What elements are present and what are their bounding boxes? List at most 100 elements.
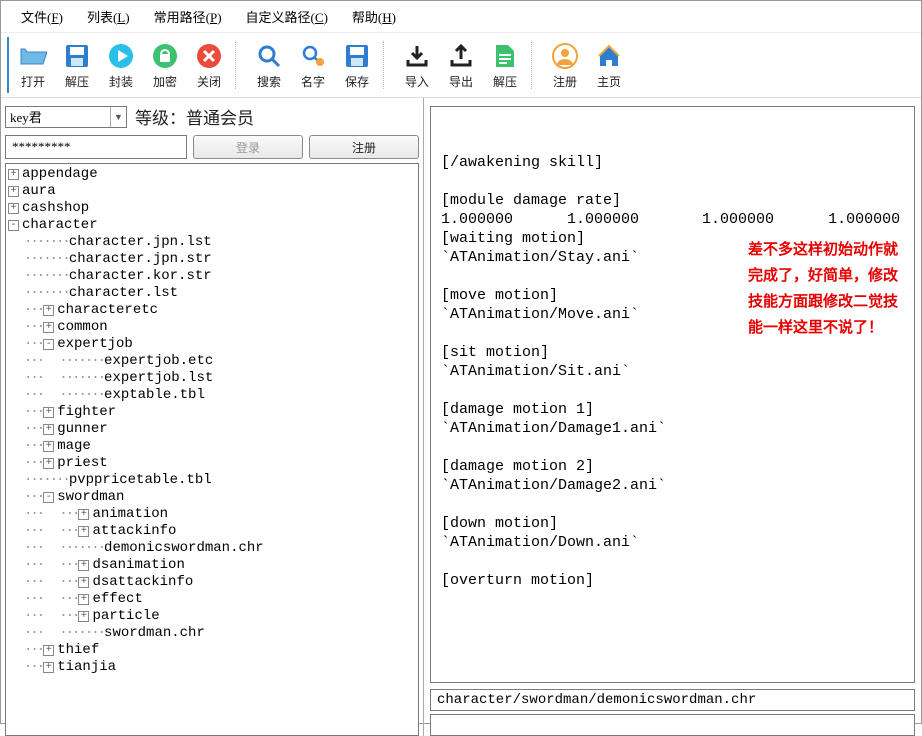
tree-node[interactable]: ··········expertjob.etc: [8, 353, 416, 370]
floppy-icon: [342, 41, 372, 71]
tree-expander-icon[interactable]: +: [8, 169, 19, 180]
tree-node[interactable]: +aura: [8, 183, 416, 200]
tree-node[interactable]: ···-swordman: [8, 489, 416, 506]
tree-node[interactable]: ···+gunner: [8, 421, 416, 438]
password-input[interactable]: [5, 135, 187, 159]
tree-node[interactable]: ······+effect: [8, 591, 416, 608]
tree-node[interactable]: ···+priest: [8, 455, 416, 472]
tb-save[interactable]: 保存: [335, 37, 377, 93]
tb-encrypt[interactable]: 加密: [143, 37, 185, 93]
tree-label: character: [22, 217, 98, 233]
tb-unpack[interactable]: 解压: [55, 37, 97, 93]
tree-label: tianjia: [57, 659, 116, 675]
tb-import[interactable]: 导入: [395, 37, 437, 93]
floppy-save-icon: [62, 41, 92, 71]
tree-node[interactable]: ·······character.kor.str: [8, 268, 416, 285]
tb-export[interactable]: 导出: [439, 37, 481, 93]
tree-label: cashshop: [22, 200, 89, 216]
file-tree: +appendage+aura+cashshop-character······…: [6, 164, 418, 678]
tree-expander-icon[interactable]: +: [43, 441, 54, 452]
tree-node[interactable]: ···+thief: [8, 642, 416, 659]
tb-close[interactable]: 关闭: [187, 37, 229, 93]
tree-label: fighter: [57, 404, 116, 420]
tree-label: particle: [92, 608, 159, 624]
chevron-down-icon[interactable]: ▼: [110, 107, 126, 127]
tree-expander-icon[interactable]: -: [8, 220, 19, 231]
play-circle-icon: [106, 41, 136, 71]
tree-node[interactable]: ···+mage: [8, 438, 416, 455]
tb-name[interactable]: 名字: [291, 37, 333, 93]
tree-label: swordman.chr: [104, 625, 205, 641]
tree-label: dsattackinfo: [92, 574, 193, 590]
tree-expander-icon[interactable]: +: [43, 305, 54, 316]
tree-node[interactable]: ···+fighter: [8, 404, 416, 421]
level-label: 等级：普通会员: [135, 104, 254, 129]
tree-expander-icon[interactable]: +: [43, 645, 54, 656]
tree-node[interactable]: ···+common: [8, 319, 416, 336]
tree-node[interactable]: ···+characteretc: [8, 302, 416, 319]
menu-list[interactable]: 列表(L): [75, 4, 142, 29]
tree-expander-icon[interactable]: +: [43, 407, 54, 418]
text-editor[interactable]: [/awakening skill] [module damage rate] …: [430, 106, 915, 683]
tree-node[interactable]: ··········demonicswordman.chr: [8, 540, 416, 557]
menu-common-path[interactable]: 常用路径(P): [142, 4, 234, 29]
tree-expander-icon[interactable]: +: [43, 322, 54, 333]
editor-content: [/awakening skill] [module damage rate] …: [441, 153, 904, 590]
tree-expander-icon[interactable]: +: [78, 594, 89, 605]
tree-expander-icon[interactable]: -: [43, 339, 54, 350]
lock-circle-icon: [150, 41, 180, 71]
tb-home[interactable]: 主页: [587, 37, 629, 93]
tree-node[interactable]: ·······character.jpn.str: [8, 251, 416, 268]
tree-expander-icon[interactable]: +: [43, 424, 54, 435]
path-bar[interactable]: character/swordman/demonicswordman.chr: [430, 689, 915, 711]
tree-node[interactable]: ··········expertjob.lst: [8, 370, 416, 387]
tree-node[interactable]: +appendage: [8, 166, 416, 183]
tree-node[interactable]: ······+particle: [8, 608, 416, 625]
tree-node[interactable]: ··········exptable.tbl: [8, 387, 416, 404]
tree-node[interactable]: ······+animation: [8, 506, 416, 523]
tree-node[interactable]: ······+dsattackinfo: [8, 574, 416, 591]
tree-label: appendage: [22, 166, 98, 182]
register-button[interactable]: 注册: [309, 135, 419, 159]
login-button[interactable]: 登录: [193, 135, 303, 159]
magnifier-gear-icon: [298, 41, 328, 71]
tree-label: attackinfo: [92, 523, 176, 539]
tb-search[interactable]: 搜索: [247, 37, 289, 93]
tree-expander-icon[interactable]: +: [78, 509, 89, 520]
tree-node[interactable]: ·······character.jpn.lst: [8, 234, 416, 251]
username-input[interactable]: [6, 109, 110, 125]
tree-node[interactable]: +cashshop: [8, 200, 416, 217]
tree-scroll[interactable]: +appendage+aura+cashshop-character······…: [6, 164, 418, 735]
tree-expander-icon[interactable]: +: [8, 186, 19, 197]
tree-label: character.lst: [69, 285, 178, 301]
menu-help[interactable]: 帮助(H): [340, 4, 408, 29]
tree-node[interactable]: ···+tianjia: [8, 659, 416, 676]
tree-label: expertjob: [57, 336, 133, 352]
tree-expander-icon[interactable]: +: [43, 662, 54, 673]
menu-file[interactable]: 文件(F): [9, 4, 75, 29]
tree-expander-icon[interactable]: -: [43, 492, 54, 503]
tree-expander-icon[interactable]: +: [78, 526, 89, 537]
tree-node[interactable]: ······+dsanimation: [8, 557, 416, 574]
tree-expander-icon[interactable]: +: [78, 560, 89, 571]
tree-expander-icon[interactable]: +: [43, 458, 54, 469]
tree-label: expertjob.lst: [104, 370, 213, 386]
username-combo[interactable]: ▼: [5, 106, 127, 128]
tree-expander-icon[interactable]: +: [8, 203, 19, 214]
tb-open[interactable]: 打开: [7, 37, 53, 93]
tb-pack[interactable]: 封装: [99, 37, 141, 93]
tb-register[interactable]: 注册: [543, 37, 585, 93]
home-icon: [594, 41, 624, 71]
menu-custom-path[interactable]: 自定义路径(C): [234, 4, 340, 29]
tree-node[interactable]: ·······character.lst: [8, 285, 416, 302]
tb-unpack2[interactable]: 解压: [483, 37, 525, 93]
document-icon: [490, 41, 520, 71]
tree-expander-icon[interactable]: +: [78, 611, 89, 622]
tree-node[interactable]: ······+attackinfo: [8, 523, 416, 540]
tree-node[interactable]: ··········swordman.chr: [8, 625, 416, 642]
tree-node[interactable]: ·······pvppricetable.tbl: [8, 472, 416, 489]
tree-label: character.kor.str: [69, 268, 212, 284]
tree-expander-icon[interactable]: +: [78, 577, 89, 588]
tree-node[interactable]: ···-expertjob: [8, 336, 416, 353]
tree-node[interactable]: -character: [8, 217, 416, 234]
